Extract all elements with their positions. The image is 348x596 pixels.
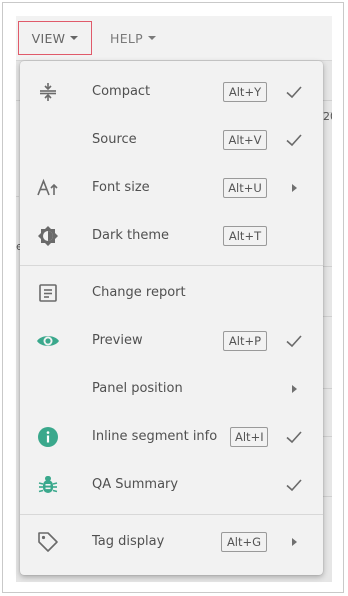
caret-down-icon [148,36,156,40]
checkmark-icon [284,331,304,351]
shortcut-badge: Alt+Y [223,82,267,102]
shortcut-badge: Alt+T [223,226,267,246]
menu-item-preview[interactable]: Preview Alt+P [20,318,323,364]
menu-item-inline-segment-info[interactable]: Inline segment info Alt+I [20,414,323,460]
compact-icon [36,80,60,104]
menu-item-label: Compact [92,84,151,99]
bug-icon [36,473,60,497]
menu-divider [20,514,323,515]
submenu-arrow-icon [292,385,297,393]
checkmark-icon [284,427,304,447]
menu-item-label: Inline segment info [92,429,218,444]
menu-item-dark-theme[interactable]: Dark theme Alt+T [20,213,323,259]
shortcut-badge: Alt+U [223,178,267,198]
menu-item-label: Font size [92,180,150,195]
font-size-icon [36,176,60,200]
view-menu-label: VIEW [31,30,66,46]
menu-item-label: Change report [92,285,186,300]
submenu-arrow-icon [292,538,297,546]
background-divider [16,196,19,197]
help-menu-label: HELP [110,30,143,46]
checkmark-icon [284,82,304,102]
brightness-icon [36,224,60,248]
menu-item-label: Panel position [92,381,183,396]
help-menu-button[interactable]: HELP [110,27,156,49]
shortcut-badge: Alt+G [221,532,267,552]
menu-item-label: QA Summary [92,477,179,492]
menu-item-compact[interactable]: Compact Alt+Y [20,69,323,115]
shortcut-badge: Alt+I [230,427,268,447]
background-text-fragment: 20 [323,110,332,123]
menu-item-font-size[interactable]: Font size Alt+U [20,165,323,211]
menu-item-label: Preview [92,333,143,348]
menu-divider [20,265,323,266]
menu-bar: VIEW HELP [16,16,332,61]
background-divider [322,388,332,389]
menu-item-label: Tag display [92,534,165,549]
background-divider [322,316,332,317]
eye-icon [36,329,60,353]
checkmark-icon [284,130,304,150]
menu-item-label: Source [92,132,137,147]
menu-item-source[interactable]: Source Alt+V [20,117,323,163]
checkmark-icon [284,475,304,495]
shortcut-badge: Alt+V [223,130,267,150]
info-icon [36,425,60,449]
menu-item-panel-position[interactable]: Panel position [20,366,323,412]
menu-item-label: Dark theme [92,228,169,243]
background-divider [322,266,332,267]
menu-item-change-report[interactable]: Change report [20,270,323,316]
shortcut-badge: Alt+P [223,331,267,351]
menu-item-qa-summary[interactable]: QA Summary [20,462,323,508]
background-divider [322,496,332,497]
submenu-arrow-icon [292,184,297,192]
background-divider [322,436,332,437]
caret-down-icon [70,36,79,40]
report-icon [36,281,60,305]
tag-icon [36,530,60,554]
menu-item-tag-display[interactable]: Tag display Alt+G [20,519,323,565]
view-menu-button[interactable]: VIEW [18,21,92,55]
view-dropdown-menu: Compact Alt+Y Source Alt+V Font size Alt… [20,61,323,575]
